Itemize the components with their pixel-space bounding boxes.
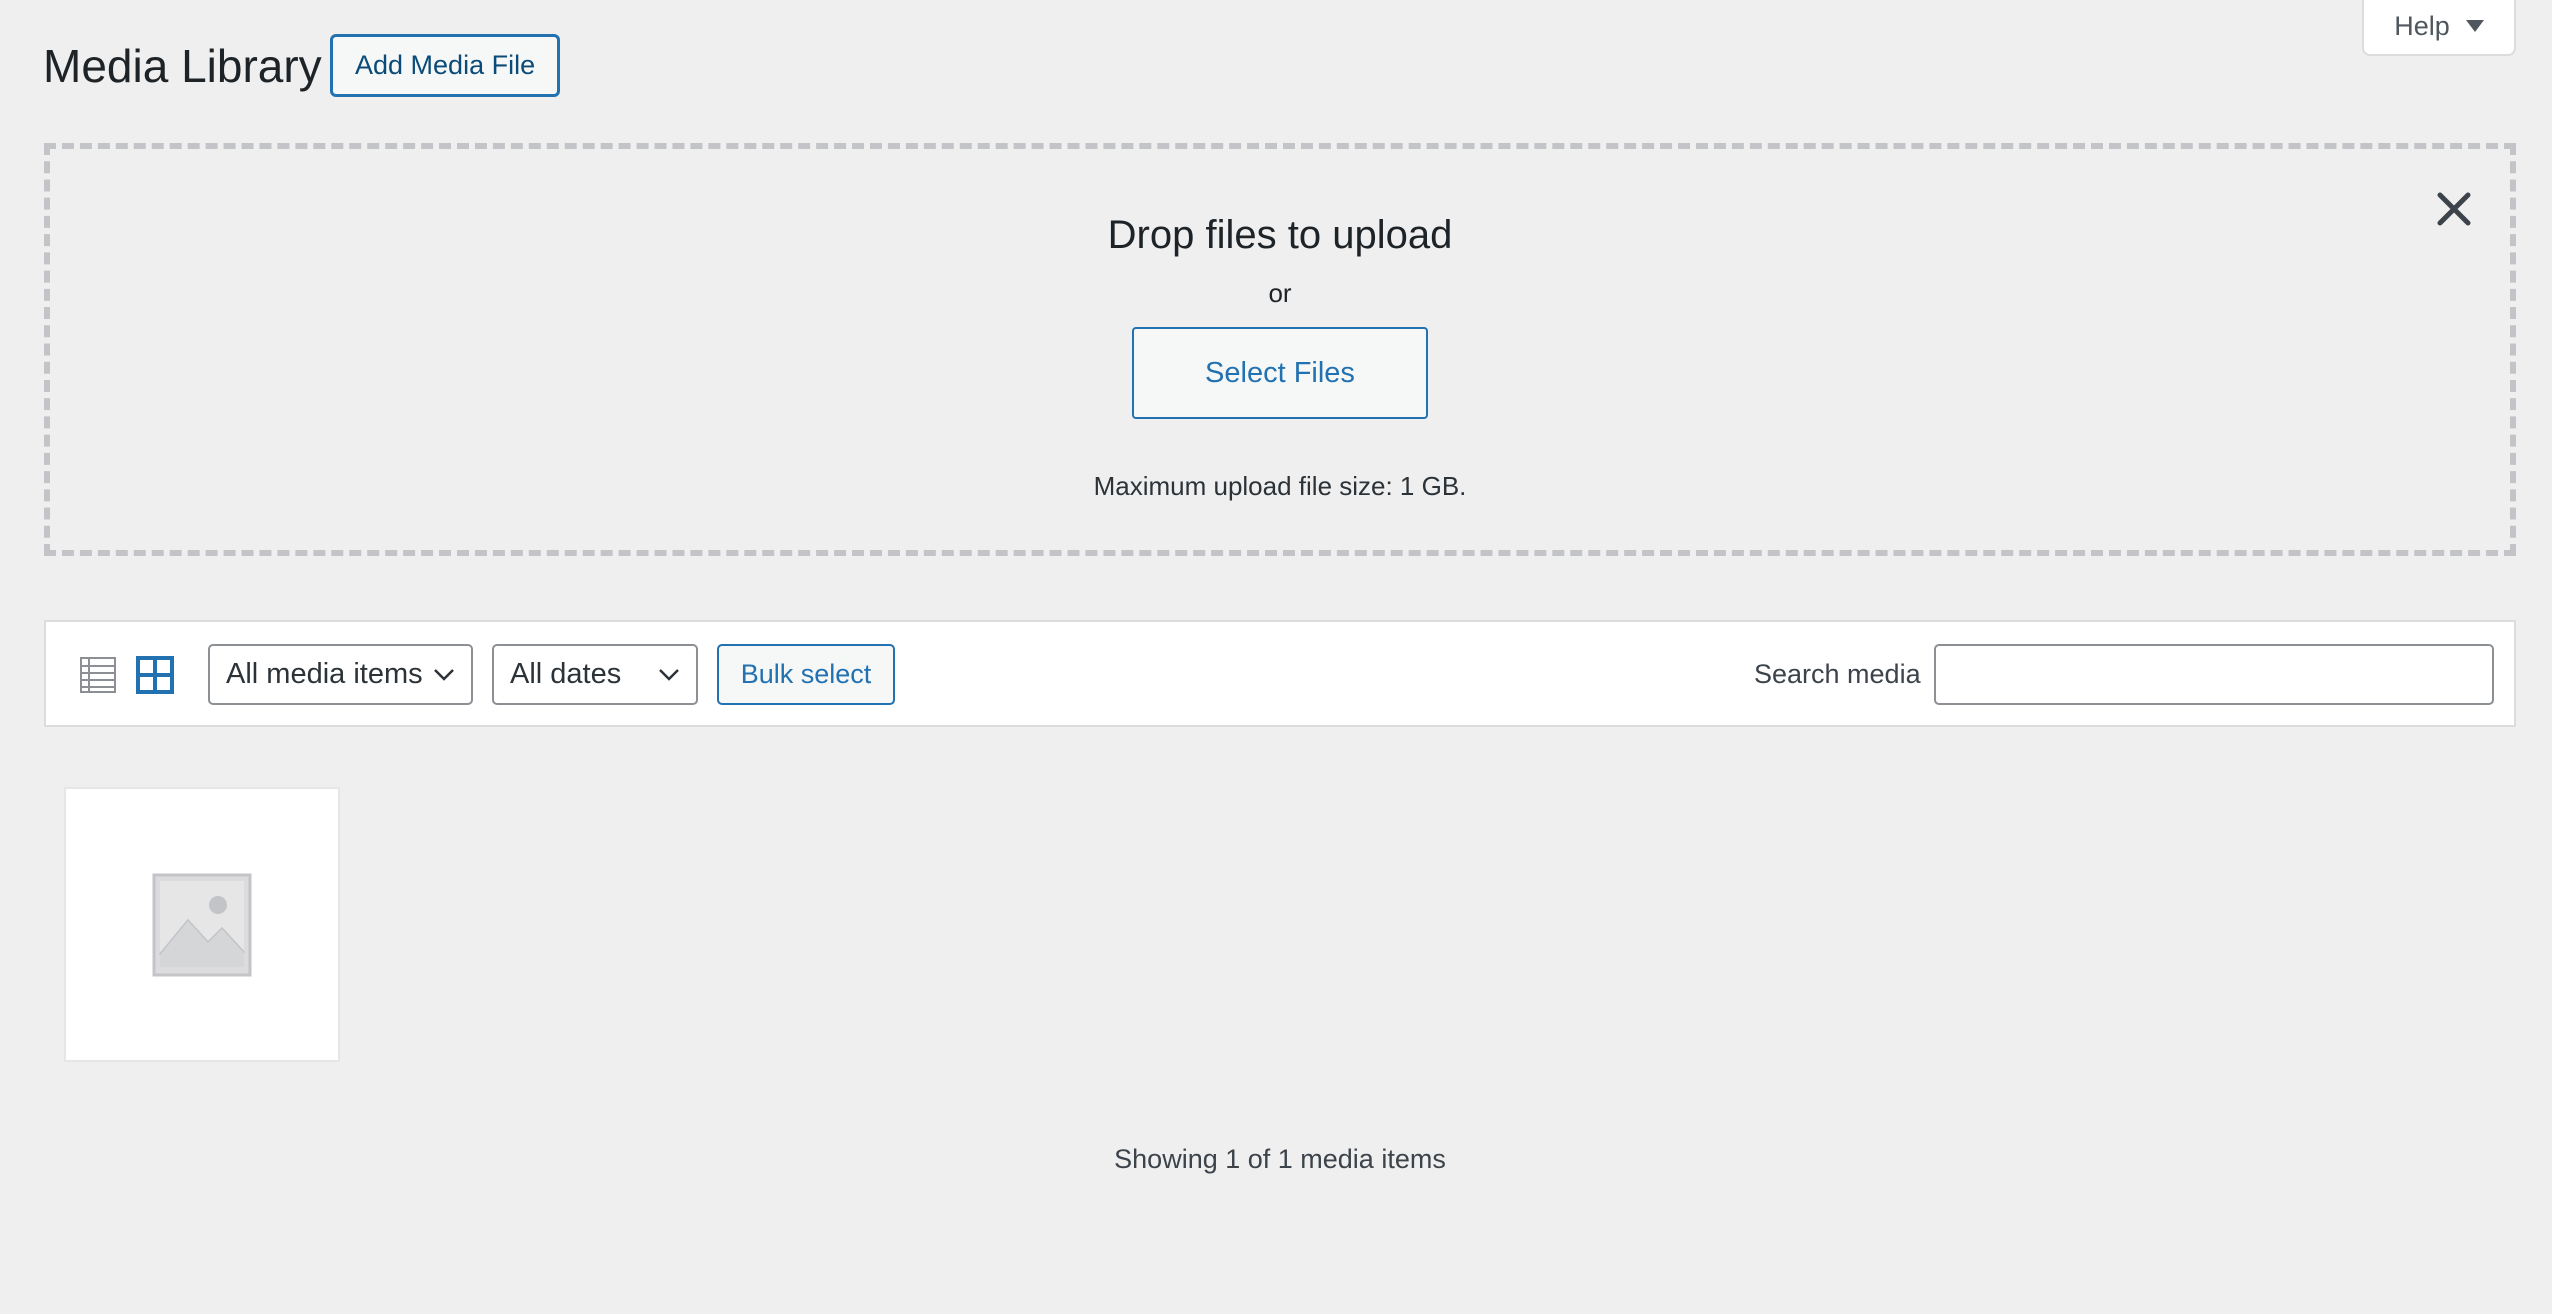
upload-drop-zone[interactable]: Drop files to upload or Select Files Max… <box>44 143 2516 556</box>
date-filter-value: All dates <box>510 658 622 690</box>
image-placeholder-icon <box>152 873 252 976</box>
help-button[interactable]: Help <box>2362 0 2516 56</box>
media-type-filter[interactable]: All media items <box>208 644 473 705</box>
close-icon[interactable] <box>2434 189 2474 229</box>
date-filter[interactable]: All dates <box>492 644 698 705</box>
chevron-down-icon <box>659 669 679 681</box>
select-files-button[interactable]: Select Files <box>1132 327 1428 419</box>
search-media-input[interactable] <box>1934 644 2494 705</box>
chevron-down-icon <box>434 669 454 681</box>
max-upload-size-text: Maximum upload file size: 1 GB. <box>1093 471 1467 501</box>
media-count-text: Showing 1 of 1 media items <box>1114 1144 1446 1174</box>
or-text: or <box>1268 278 1292 308</box>
media-toolbar: All media items All dates Bulk select Se… <box>44 620 2516 727</box>
media-type-filter-value: All media items <box>226 658 423 690</box>
drop-files-title: Drop files to upload <box>1107 213 1453 257</box>
media-attachment-tile[interactable] <box>64 787 340 1062</box>
search-media-label: Search media <box>1754 659 1921 689</box>
grid-view-icon[interactable] <box>136 656 174 694</box>
page-title: Media Library <box>43 40 322 92</box>
caret-down-icon <box>2465 20 2484 32</box>
bulk-select-button[interactable]: Bulk select <box>717 644 895 705</box>
list-view-icon[interactable] <box>79 656 117 694</box>
help-label: Help <box>2394 10 2450 41</box>
add-media-file-button[interactable]: Add Media File <box>330 34 561 97</box>
